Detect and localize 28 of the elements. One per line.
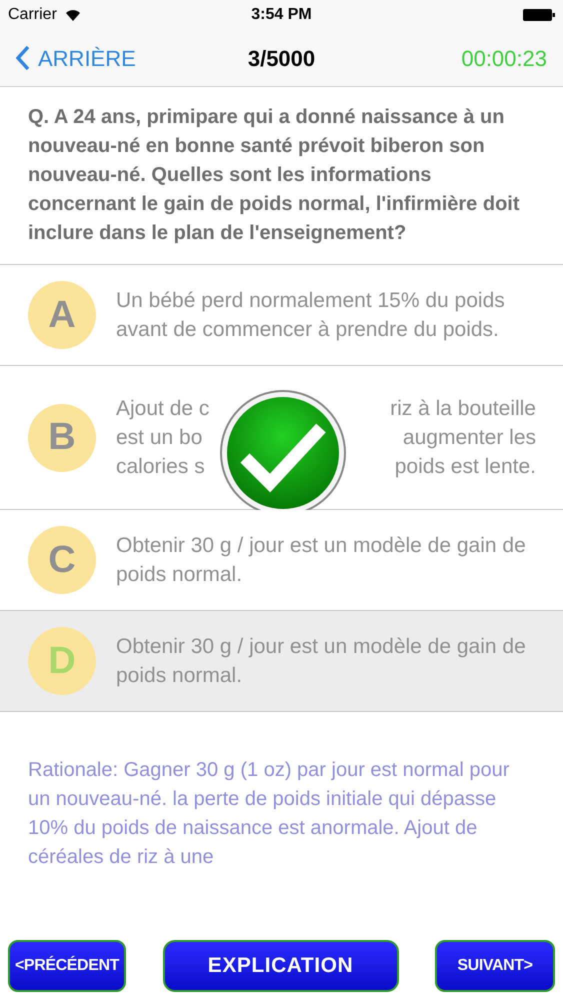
answer-text: riz à la bouteille xyxy=(390,396,536,422)
answer-letter: B xyxy=(28,404,96,472)
answer-text: Ajout de c xyxy=(116,396,210,422)
next-button[interactable]: SUIVANT> xyxy=(435,940,555,992)
answer-text: poids est lente. xyxy=(394,454,536,480)
answer-text: Un bébé perd normalement 15% du poids avant de commencer à prendre du poids. xyxy=(116,288,506,343)
question-counter: 3/5000 xyxy=(248,44,316,72)
answer-letter: D xyxy=(28,627,96,695)
previous-button[interactable]: <PRÉCÉDENT xyxy=(8,940,126,992)
answer-text: calories s xyxy=(116,454,205,480)
wifi-icon xyxy=(64,9,81,21)
chevron-left-icon xyxy=(16,45,30,71)
answer-option[interactable]: C Obtenir 30 g / jour est un modèle de gain de poids normal. xyxy=(0,510,563,611)
answer-text: Obtenir 30 g / jour est un modèle de gain de poids normal. xyxy=(116,533,527,588)
clock: 3:54 PM xyxy=(251,5,312,25)
battery-icon xyxy=(523,9,555,21)
explanation-button[interactable]: EXPLICATION xyxy=(162,940,398,992)
rationale-text: Rationale: Gagner 30 g (1 oz) par jour est normal pour un nouveau-né. la perte de poids initiale qui dépasse 10% du poids de naissance est anormale. Ajout de céréales de riz à une xyxy=(27,758,510,870)
answer-text: augmenter les xyxy=(402,425,536,451)
answer-text: Obtenir 30 g / jour est un modèle de gain de poids normal. xyxy=(116,634,527,689)
question-text: Q. A 24 ans, primipare qui a donné naissance à un nouveau-né en bonne santé prévoit biberon son nouveau-né. Quelles sont les informations concernant le gain de poids normal, l'infirmière doit inclure dans le plan de l'enseignement? xyxy=(28,105,521,246)
carrier-label: Carrier xyxy=(8,5,57,25)
answer-option[interactable]: D Obtenir 30 g / jour est un modèle de gain de poids normal. xyxy=(0,611,563,712)
answer-letter: A xyxy=(28,281,96,349)
answer-text: est un bo xyxy=(116,425,202,451)
timer: 00:00:23 xyxy=(460,44,547,72)
back-button[interactable]: ARRIÈRE xyxy=(16,42,176,74)
answer-letter: C xyxy=(28,526,96,594)
